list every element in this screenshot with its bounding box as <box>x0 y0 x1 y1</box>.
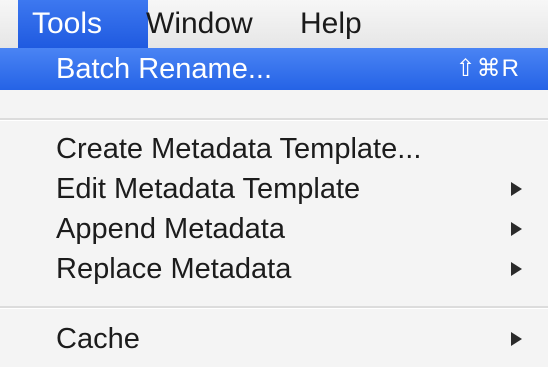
menu-item-label: Batch Rename... <box>56 53 272 85</box>
menu-bar: Tools Window Help <box>0 0 548 49</box>
menu-item-edit-metadata-template[interactable]: Edit Metadata Template <box>0 168 548 210</box>
menu-help[interactable]: Help <box>300 0 362 48</box>
menu-separator <box>0 306 548 309</box>
menu-item-cache[interactable]: Cache <box>0 318 548 360</box>
menu-item-batch-rename[interactable]: Batch Rename... ⇧⌘R <box>0 48 548 90</box>
tools-dropdown-menu: Batch Rename... ⇧⌘R Create Metadata Temp… <box>0 48 548 367</box>
submenu-arrow-icon <box>511 222 522 236</box>
menu-window[interactable]: Window <box>146 0 253 48</box>
menu-tools[interactable]: Tools <box>18 0 148 48</box>
menu-item-label: Replace Metadata <box>56 253 292 285</box>
menu-item-replace-metadata[interactable]: Replace Metadata <box>0 248 548 290</box>
menu-item-label: Edit Metadata Template <box>56 173 361 205</box>
menu-item-append-metadata[interactable]: Append Metadata <box>0 208 548 250</box>
menu-item-create-metadata-template[interactable]: Create Metadata Template... <box>0 128 548 170</box>
menu-item-label: Append Metadata <box>56 213 285 245</box>
submenu-arrow-icon <box>511 182 522 196</box>
keyboard-shortcut: ⇧⌘R <box>455 55 520 82</box>
menu-item-label: Cache <box>56 323 140 355</box>
submenu-arrow-icon <box>511 262 522 276</box>
menu-separator <box>0 118 548 121</box>
submenu-arrow-icon <box>511 332 522 346</box>
menu-item-label: Create Metadata Template... <box>56 133 422 165</box>
